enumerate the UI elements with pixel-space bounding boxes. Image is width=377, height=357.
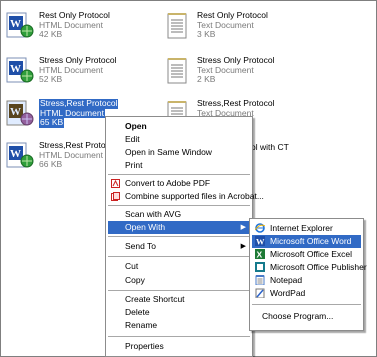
text-document-icon — [167, 58, 187, 84]
menu-create-shortcut[interactable]: Create Shortcut — [108, 293, 250, 306]
open-with-internet-explorer[interactable]: Internet Explorer — [252, 222, 361, 235]
file-rest-only-html[interactable]: W Rest Only Protocol HTML Document 42 KB — [5, 10, 155, 47]
menu-separator — [108, 290, 250, 291]
menu-separator — [108, 336, 250, 337]
word-document-icon: W — [6, 100, 34, 126]
file-name: ol with CT — [251, 142, 289, 152]
open-with-notepad[interactable]: Notepad — [252, 274, 361, 287]
menu-convert-pdf[interactable]: Convert to Adobe PDF — [108, 177, 250, 190]
file-stress-only-html[interactable]: W Stress Only Protocol HTML Document 52 … — [5, 55, 155, 92]
open-with-wordpad[interactable]: WordPad — [252, 287, 361, 300]
word-icon: W — [255, 236, 265, 246]
submenu-arrow-icon: ▶ — [240, 224, 246, 231]
menu-send-to[interactable]: Send To ▶ — [108, 240, 250, 253]
menu-scan-avg[interactable]: Scan with AVG — [108, 208, 250, 221]
submenu-separator — [252, 304, 361, 305]
word-label: Microsoft Office Word — [270, 236, 352, 246]
menu-separator — [108, 174, 250, 175]
menu-open-with[interactable]: Open With ▶ — [108, 221, 250, 234]
menu-open-same-window[interactable]: Open in Same Window — [108, 146, 250, 159]
menu-open-with-label: Open With — [125, 222, 166, 232]
file-size: 52 KB — [39, 74, 63, 84]
notepad-icon — [255, 275, 265, 285]
file-size: 65 KB — [39, 117, 65, 128]
menu-rename[interactable]: Rename — [108, 319, 250, 332]
menu-delete[interactable]: Delete — [108, 306, 250, 319]
svg-text:W: W — [10, 63, 21, 75]
menu-separator — [108, 236, 250, 237]
menu-edit[interactable]: Edit — [108, 133, 250, 146]
file-size: 66 KB — [39, 159, 63, 169]
svg-text:W: W — [10, 106, 21, 118]
file-rest-only-txt[interactable]: Rest Only Protocol Text Document 3 KB — [163, 10, 313, 47]
open-with-excel[interactable]: X Microsoft Office Excel — [252, 248, 361, 261]
submenu-arrow-icon: ▶ — [240, 243, 246, 250]
menu-combine-acrobat-label: Combine supported files in Acrobat... — [125, 191, 264, 201]
open-with-choose-program[interactable]: Choose Program... — [252, 310, 361, 323]
excel-label: Microsoft Office Excel — [270, 249, 353, 259]
open-with-word[interactable]: W Microsoft Office Word — [252, 235, 361, 248]
menu-combine-acrobat[interactable]: Combine supported files in Acrobat... — [108, 190, 264, 203]
excel-icon: X — [255, 249, 265, 259]
publisher-icon — [255, 262, 265, 272]
open-with-publisher[interactable]: Microsoft Office Publisher — [252, 261, 367, 274]
open-with-submenu: Internet Explorer W Microsoft Office Wor… — [249, 218, 367, 331]
file-size: 3 KB — [197, 29, 216, 39]
adobe-pdf-icon — [111, 179, 120, 188]
acrobat-combine-icon — [111, 192, 120, 201]
menu-convert-pdf-label: Convert to Adobe PDF — [125, 178, 211, 188]
publisher-label: Microsoft Office Publisher — [270, 262, 367, 272]
menu-copy[interactable]: Copy — [108, 274, 250, 287]
menu-send-to-label: Send To — [125, 241, 157, 251]
menu-properties[interactable]: Properties — [108, 340, 250, 353]
word-document-icon: W — [6, 57, 34, 83]
text-document-icon — [167, 13, 187, 39]
context-menu: Open Edit Open in Same Window Print Conv… — [105, 116, 264, 357]
file-size: 42 KB — [39, 29, 63, 39]
internet-explorer-label: Internet Explorer — [270, 223, 333, 233]
word-document-icon: W — [6, 142, 34, 168]
file-stress-only-txt[interactable]: Stress Only Protocol Text Document 2 KB — [163, 55, 313, 92]
svg-text:X: X — [257, 250, 263, 260]
svg-text:W: W — [256, 237, 265, 247]
menu-cut[interactable]: Cut — [108, 260, 250, 273]
menu-open[interactable]: Open — [108, 120, 250, 133]
internet-explorer-icon — [255, 223, 265, 233]
menu-print[interactable]: Print — [108, 159, 250, 172]
wordpad-icon — [255, 288, 265, 298]
file-size: 2 KB — [197, 74, 216, 84]
svg-text:W: W — [10, 18, 21, 30]
menu-separator — [108, 205, 250, 206]
wordpad-label: WordPad — [270, 288, 306, 298]
notepad-label: Notepad — [270, 275, 303, 285]
word-document-icon: W — [6, 12, 34, 38]
svg-text:W: W — [10, 148, 21, 160]
menu-separator — [108, 256, 250, 257]
